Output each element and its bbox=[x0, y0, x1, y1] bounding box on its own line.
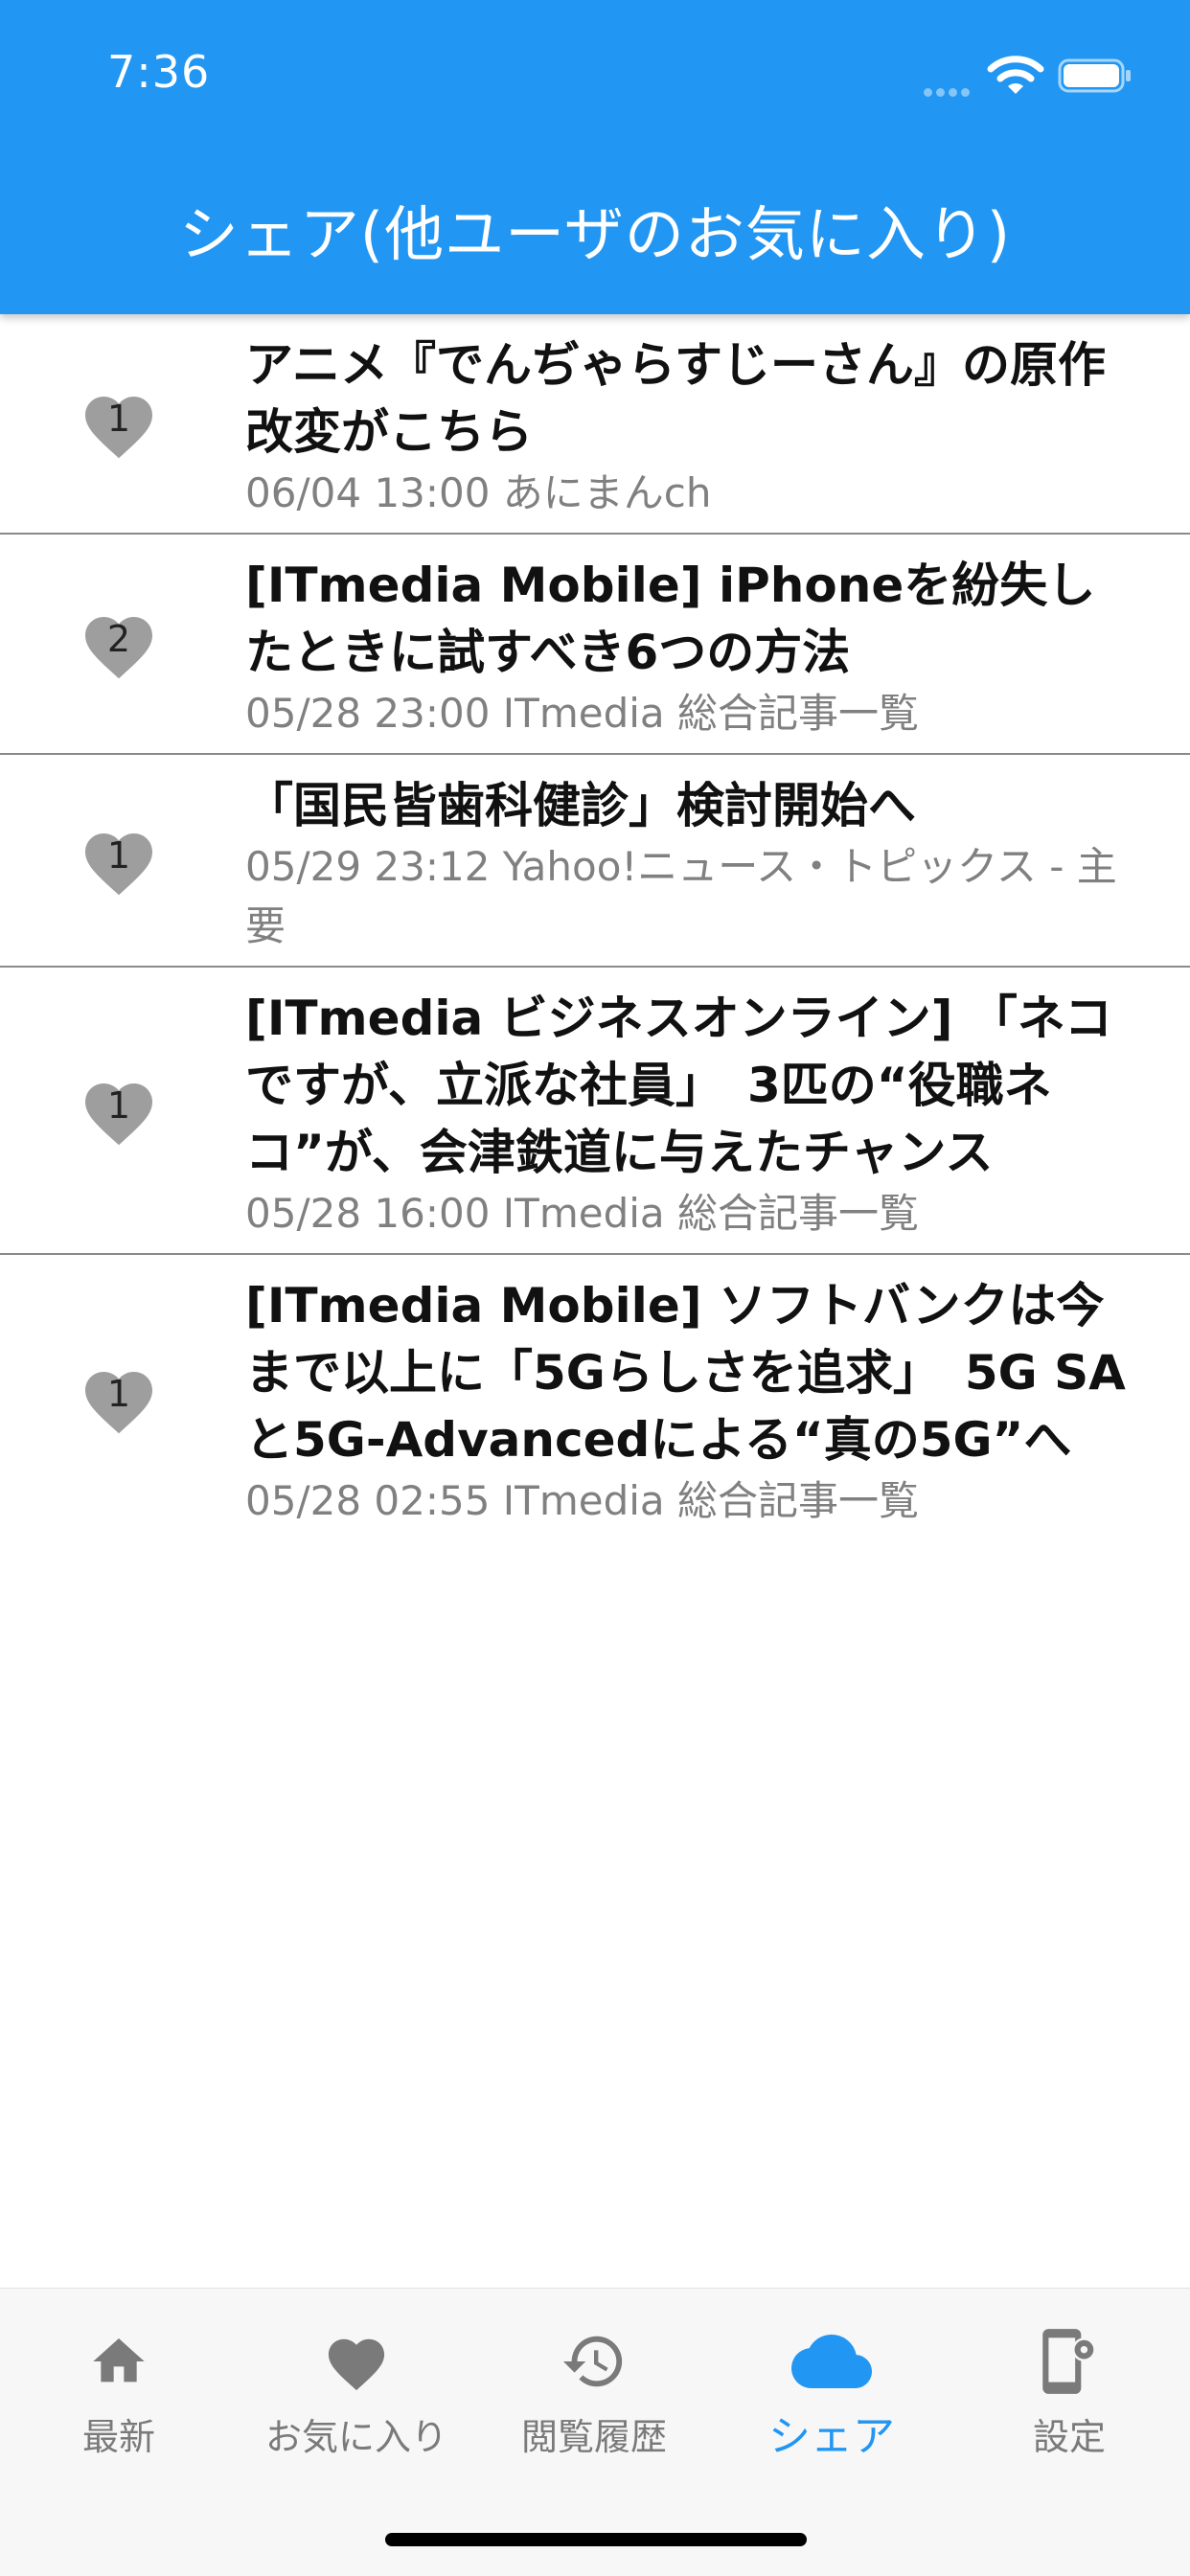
tab-share[interactable]: シェア bbox=[713, 2323, 950, 2467]
favorite-count: 1 bbox=[106, 834, 131, 877]
article-row[interactable]: 1 「国民皆歯科健診」検討開始へ 05/29 23:12 Yahoo!ニュース・… bbox=[0, 755, 1190, 968]
article-title[interactable]: [ITmedia Mobile] ソフトバンクは今まで以上に「5Gらしさを追求」… bbox=[245, 1272, 1133, 1473]
status-time: 7:36 bbox=[107, 46, 211, 98]
battery-icon bbox=[1058, 58, 1131, 93]
favorite-count: 1 bbox=[106, 1373, 131, 1415]
article-title[interactable]: [ITmedia Mobile] iPhoneを紛失したときに試すべき6つの方法 bbox=[245, 552, 1133, 686]
tab-label: お気に入り bbox=[264, 2416, 447, 2458]
article-title[interactable]: 「国民皆歯科健診」検討開始へ bbox=[245, 772, 1133, 839]
tab-label: シェア bbox=[768, 2412, 895, 2461]
favorite-count: 1 bbox=[106, 1084, 131, 1127]
article-meta: 05/28 16:00 ITmedia 総合記事一覧 bbox=[245, 1190, 919, 1237]
article-meta: 05/29 23:12 Yahoo!ニュース・トピックス - 主要 bbox=[245, 843, 1117, 949]
heart-icon bbox=[328, 2338, 385, 2391]
favorite-count-badge: 2 bbox=[79, 606, 159, 681]
favorite-count: 2 bbox=[106, 618, 131, 660]
article-row[interactable]: 1 [ITmedia Mobile] ソフトバンクは今まで以上に「5Gらしさを追… bbox=[0, 1255, 1190, 1542]
article-meta: 05/28 02:55 ITmedia 総合記事一覧 bbox=[245, 1477, 919, 1524]
settings-phone-icon bbox=[1042, 2329, 1096, 2394]
article-title[interactable]: [ITmedia ビジネスオンライン] 「ネコですが、立派な社員」 3匹の“役職… bbox=[245, 985, 1133, 1186]
tab-latest[interactable]: 最新 bbox=[0, 2323, 238, 2467]
article-meta: 05/28 23:00 ITmedia 総合記事一覧 bbox=[245, 690, 919, 737]
article-title[interactable]: アニメ『でんぢゃらすじーさん』の原作改変がこちら bbox=[245, 331, 1133, 466]
tab-favorites[interactable]: お気に入り bbox=[238, 2323, 475, 2467]
article-row[interactable]: 1 [ITmedia ビジネスオンライン] 「ネコですが、立派な社員」 3匹の“… bbox=[0, 968, 1190, 1255]
favorite-count-badge: 1 bbox=[79, 1073, 159, 1148]
page-title: シェア(他ユーザのお気に入り) bbox=[178, 199, 1012, 269]
favorite-count-badge: 1 bbox=[79, 823, 159, 898]
tab-history[interactable]: 閲覧履歴 bbox=[475, 2323, 713, 2467]
favorite-count: 1 bbox=[106, 398, 131, 440]
favorite-count-badge: 1 bbox=[79, 386, 159, 461]
tab-label: 最新 bbox=[81, 2416, 155, 2458]
history-icon bbox=[562, 2336, 623, 2387]
home-icon bbox=[93, 2338, 145, 2382]
article-row[interactable]: 1 アニメ『でんぢゃらすじーさん』の原作改変がこちら 06/04 13:00 あ… bbox=[0, 314, 1190, 535]
cellular-signal-icon bbox=[924, 82, 977, 97]
wifi-icon bbox=[987, 56, 1044, 94]
tab-settings[interactable]: 設定 bbox=[950, 2323, 1188, 2467]
home-indicator bbox=[385, 2533, 807, 2546]
cloud-icon bbox=[791, 2335, 872, 2388]
shared-article-list: 1 アニメ『でんぢゃらすじーさん』の原作改変がこちら 06/04 13:00 あ… bbox=[0, 314, 1190, 1542]
article-row[interactable]: 2 [ITmedia Mobile] iPhoneを紛失したときに試すべき6つの… bbox=[0, 535, 1190, 755]
favorite-count-badge: 1 bbox=[79, 1361, 159, 1436]
article-meta: 06/04 13:00 あにまんch bbox=[245, 469, 712, 516]
app-header: 7:36 シェア(他ユーザのお気に入り) bbox=[0, 0, 1190, 314]
tab-label: 閲覧履歴 bbox=[520, 2416, 667, 2458]
tab-label: 設定 bbox=[1032, 2416, 1106, 2458]
